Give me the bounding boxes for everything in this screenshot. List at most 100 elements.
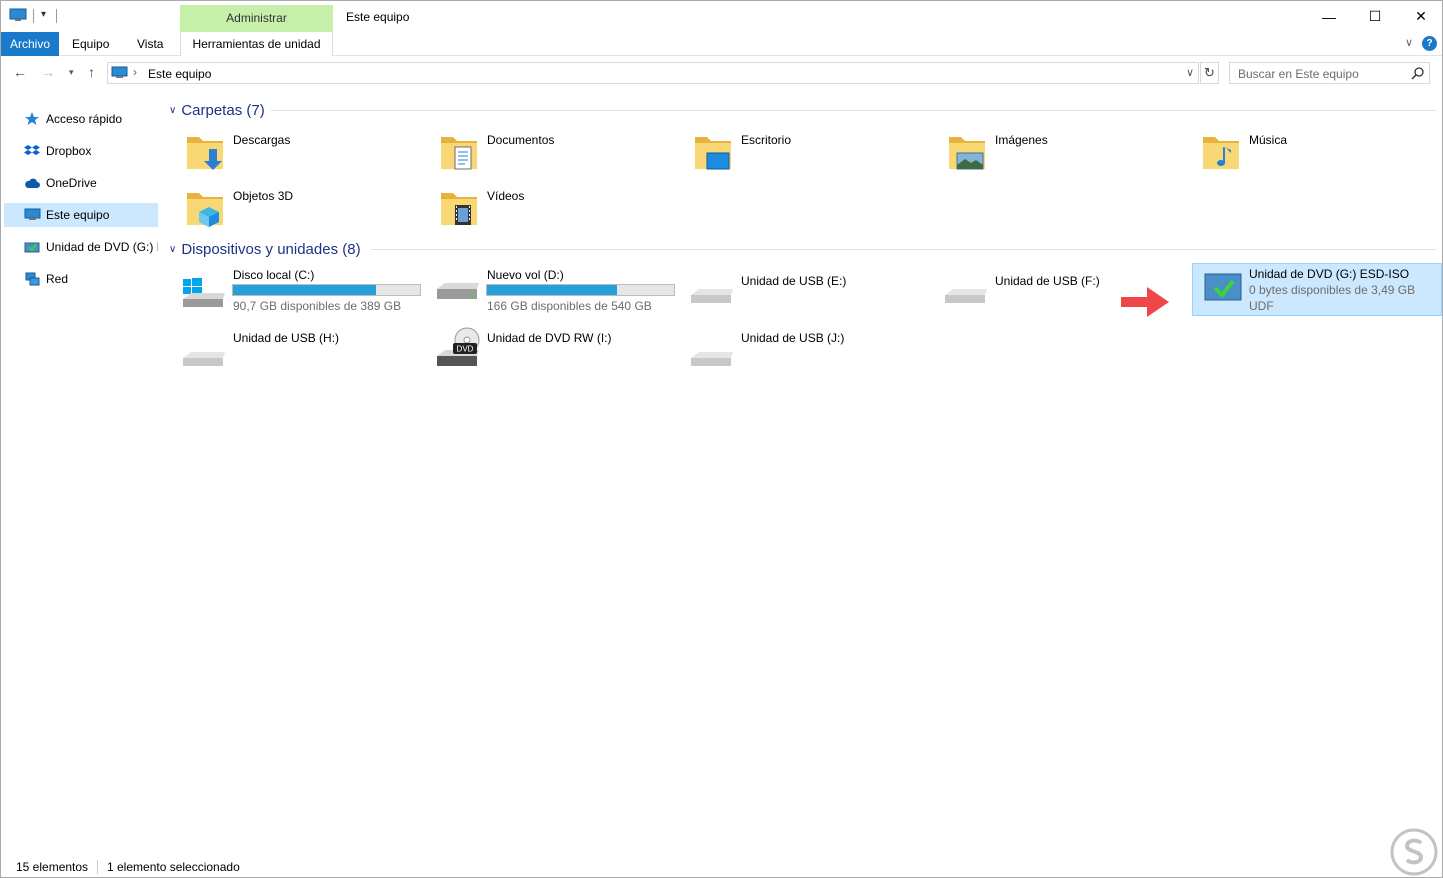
collapse-chevron-icon[interactable]: ∨: [169, 105, 176, 116]
drive-tile-g[interactable]: Unidad de DVD (G:) ESD-ISO 0 bytes dispo…: [1192, 263, 1442, 316]
sidebar-item-label: Unidad de DVD (G:) E: [46, 240, 158, 254]
close-button[interactable]: ✕: [1398, 1, 1443, 32]
folder-tile-musica[interactable]: Música: [1177, 129, 1425, 181]
folder-tile-objetos-3d[interactable]: Objetos 3D: [161, 185, 409, 237]
context-tab-administrar[interactable]: Administrar: [180, 5, 333, 32]
folder-tile-videos[interactable]: Vídeos: [415, 185, 663, 237]
cloud-icon: [23, 175, 41, 191]
3d-objects-folder-icon: [187, 193, 223, 227]
folder-tile-escritorio[interactable]: Escritorio: [669, 129, 917, 181]
music-folder-icon: [1203, 137, 1239, 169]
sidebar-item-dropbox[interactable]: Dropbox: [4, 139, 158, 163]
drive-tile-j[interactable]: Unidad de USB (J:): [669, 326, 917, 378]
usb-drive-icon: [945, 289, 987, 303]
folder-label: Vídeos: [487, 189, 525, 203]
quick-access-separator: [33, 9, 34, 23]
folder-label: Música: [1249, 133, 1288, 147]
dvd-badge-text: DVD: [457, 345, 474, 354]
tab-herramientas-de-unidad[interactable]: Herramientas de unidad: [180, 32, 333, 56]
sidebar-item-unidad-dvd-g[interactable]: Unidad de DVD (G:) E: [4, 235, 158, 259]
folder-tile-imagenes[interactable]: Imágenes: [923, 129, 1171, 181]
drive-usage-fill: [487, 285, 617, 295]
selection-count: 1 elemento seleccionado: [107, 860, 240, 874]
breadcrumb-chevron-icon[interactable]: ›: [133, 65, 137, 79]
sidebar-item-label: Este equipo: [46, 208, 110, 222]
status-separator: [97, 860, 98, 874]
group-header-dispositivos[interactable]: ∨ Dispositivos y unidades (8): [169, 239, 361, 259]
window-title: Este equipo: [346, 10, 410, 24]
maximize-button[interactable]: ☐: [1352, 1, 1398, 32]
expand-ribbon-icon[interactable]: ∨: [1405, 36, 1413, 49]
drive-label: Unidad de USB (F:): [995, 274, 1100, 288]
drive-label: Unidad de USB (H:): [233, 331, 340, 345]
folder-label: Imágenes: [995, 133, 1048, 147]
folder-tile-documentos[interactable]: Documentos: [415, 129, 663, 181]
usb-drive-icon: [691, 352, 733, 366]
hard-drive-icon: [437, 283, 479, 299]
drive-tile-h[interactable]: Unidad de USB (H:): [161, 326, 409, 378]
search-box[interactable]: Buscar en Este equipo: [1229, 62, 1430, 84]
watermark-logo-icon: [1390, 828, 1438, 876]
status-bar: 15 elementos 1 elemento seleccionado: [1, 854, 1442, 878]
star-icon: [23, 111, 41, 127]
up-arrow-icon[interactable]: ↑: [88, 64, 95, 80]
item-count: 15 elementos: [16, 860, 89, 874]
drive-tile-d[interactable]: Nuevo vol (D:) 166 GB disponibles de 540…: [415, 263, 677, 315]
computer-icon: [111, 66, 128, 78]
pictures-folder-icon: [949, 137, 985, 170]
drive-usage-bar: [232, 284, 421, 296]
group-divider: [371, 249, 1436, 250]
sidebar-item-label: Acceso rápido: [46, 112, 123, 126]
address-dropdown-icon[interactable]: ∨: [1186, 66, 1194, 79]
forward-arrow-icon[interactable]: →: [41, 64, 55, 80]
sidebar-item-onedrive[interactable]: OneDrive: [4, 171, 158, 195]
drive-filesystem: UDF: [1249, 299, 1274, 313]
drive-free-space: 90,7 GB disponibles de 389 GB: [233, 299, 402, 313]
explorer-window: ▾ Administrar Este equipo — ☐ ✕ Archivo …: [0, 0, 1443, 878]
tab-archivo[interactable]: Archivo: [1, 32, 59, 56]
drive-label: Unidad de USB (E:): [741, 274, 847, 288]
documents-folder-icon: [441, 137, 477, 170]
refresh-button[interactable]: ↻: [1200, 62, 1219, 84]
computer-icon[interactable]: [9, 8, 27, 22]
breadcrumb-este-equipo[interactable]: Este equipo: [148, 67, 211, 81]
network-icon: [23, 271, 41, 287]
sidebar-item-label: Red: [46, 272, 69, 286]
red-arrow-icon: [1121, 287, 1169, 317]
dvd-iso-icon: [23, 239, 41, 255]
drive-usage-bar: [486, 284, 675, 296]
tab-equipo[interactable]: Equipo: [62, 32, 119, 56]
dvd-iso-icon: [1204, 273, 1242, 301]
minimize-button[interactable]: —: [1306, 1, 1352, 32]
desktop-folder-icon: [695, 137, 731, 170]
drive-free-space: 166 GB disponibles de 540 GB: [487, 299, 652, 313]
search-input[interactable]: Buscar en Este equipo: [1238, 67, 1359, 81]
drive-tile-e[interactable]: Unidad de USB (E:): [669, 263, 917, 315]
folder-label: Escritorio: [741, 133, 792, 147]
back-arrow-icon[interactable]: ←: [13, 64, 27, 80]
dvd-rw-drive-icon: DVD: [437, 327, 480, 366]
folder-label: Descargas: [233, 133, 291, 147]
sidebar-item-acceso-rapido[interactable]: Acceso rápido: [4, 107, 158, 131]
videos-folder-icon: [441, 193, 477, 225]
search-icon[interactable]: [1411, 66, 1425, 80]
navigation-bar: ← → ▾ ↑ › Este equipo ∨ ↻ Buscar en Este…: [1, 56, 1442, 90]
sidebar-item-este-equipo[interactable]: Este equipo: [4, 203, 158, 227]
usb-drive-icon: [691, 289, 733, 303]
quick-access-dropdown-icon[interactable]: ▾: [41, 9, 46, 20]
computer-icon: [23, 207, 41, 223]
tab-vista[interactable]: Vista: [127, 32, 173, 56]
sidebar-item-label: Dropbox: [46, 144, 92, 158]
sidebar-item-label: OneDrive: [46, 176, 97, 190]
windows-drive-icon: [183, 278, 225, 307]
group-header-carpetas[interactable]: ∨ Carpetas (7): [169, 100, 265, 120]
drive-tile-c[interactable]: Disco local (C:) 90,7 GB disponibles de …: [161, 263, 423, 315]
help-icon[interactable]: ?: [1422, 36, 1437, 51]
address-bar[interactable]: › Este equipo ∨: [107, 62, 1199, 84]
folder-tile-descargas[interactable]: Descargas: [161, 129, 409, 181]
collapse-chevron-icon[interactable]: ∨: [169, 244, 176, 255]
group-title: Dispositivos y unidades (8): [181, 240, 361, 258]
drive-tile-i[interactable]: DVD Unidad de DVD RW (I:): [415, 326, 663, 378]
sidebar-item-red[interactable]: Red: [4, 267, 158, 291]
recent-locations-icon[interactable]: ▾: [69, 67, 74, 78]
